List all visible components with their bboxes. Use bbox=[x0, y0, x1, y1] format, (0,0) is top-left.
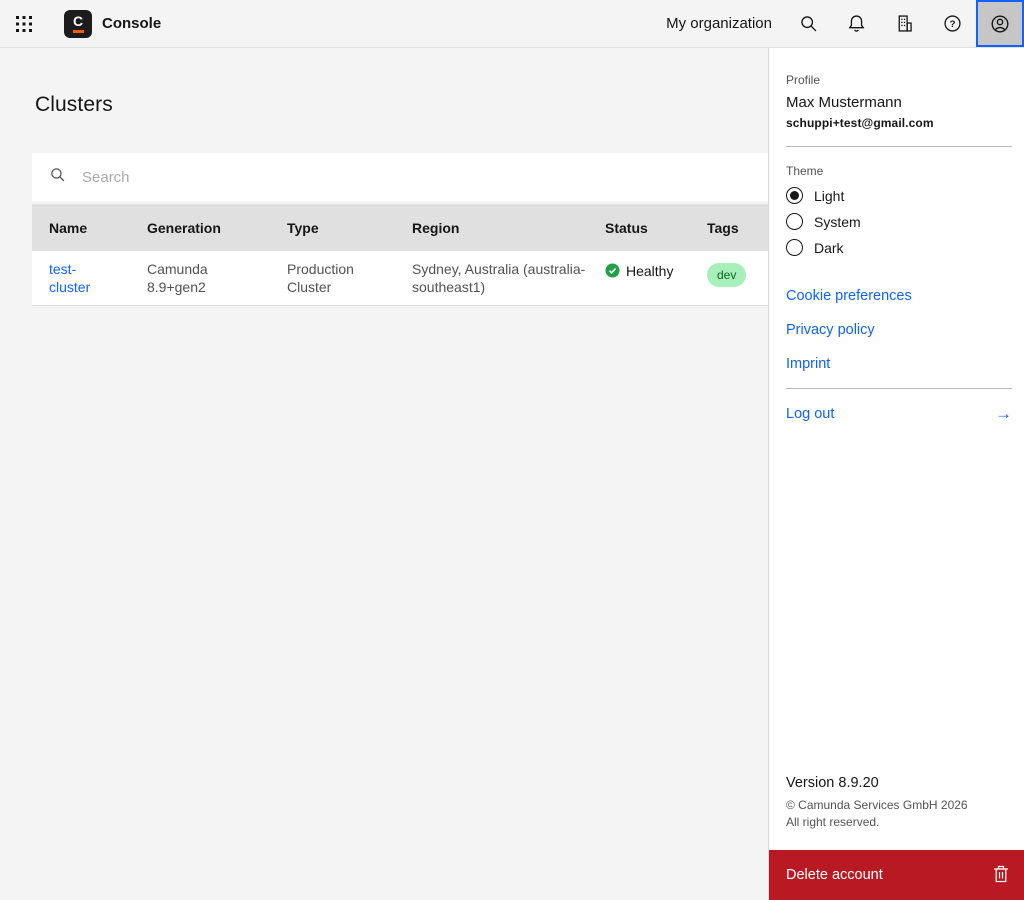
profile-section: Profile Max Mustermann schuppi+test@gmai… bbox=[769, 48, 1024, 130]
divider bbox=[786, 388, 1012, 389]
delete-account-button[interactable]: Delete account bbox=[769, 850, 1024, 900]
app-header: C Console My organization bbox=[0, 0, 1024, 48]
table-row: test-cluster Camunda 8.9+gen2 Production… bbox=[32, 251, 768, 306]
copyright-text: © Camunda Services GmbH 2026 bbox=[786, 797, 1012, 813]
cluster-name-link[interactable]: test-cluster bbox=[49, 260, 101, 296]
theme-option-system[interactable]: System bbox=[786, 213, 1012, 230]
logout-button[interactable]: Log out → bbox=[769, 401, 1024, 426]
healthy-check-icon bbox=[605, 262, 620, 282]
imprint-link[interactable]: Imprint bbox=[786, 356, 1012, 372]
profile-panel: Profile Max Mustermann schuppi+test@gmai… bbox=[768, 48, 1024, 900]
search-input[interactable] bbox=[82, 153, 682, 201]
help-button[interactable]: ? bbox=[928, 0, 976, 47]
page-title: Clusters bbox=[35, 93, 768, 117]
column-header-tags: Tags bbox=[707, 220, 768, 236]
version-info: Version 8.9.20 © Camunda Services GmbH 2… bbox=[769, 775, 1024, 850]
cluster-type-cell: Production Cluster bbox=[287, 251, 412, 305]
tag-badge[interactable]: dev bbox=[707, 263, 746, 287]
organization-button[interactable] bbox=[880, 0, 928, 47]
user-email: schuppi+test@gmail.com bbox=[786, 116, 1012, 130]
cookie-preferences-link[interactable]: Cookie preferences bbox=[786, 288, 1012, 304]
column-header-status: Status bbox=[605, 220, 707, 236]
svg-text:?: ? bbox=[949, 19, 955, 30]
building-icon bbox=[894, 13, 915, 34]
app-switcher-grid-icon bbox=[15, 15, 33, 33]
organization-name: My organization bbox=[666, 15, 772, 32]
user-name: Max Mustermann bbox=[786, 94, 1012, 111]
trash-icon bbox=[993, 865, 1009, 886]
cluster-region-cell: Sydney, Australia (australia-southeast1) bbox=[412, 251, 605, 305]
arrow-right-icon: → bbox=[995, 405, 1012, 422]
theme-label: Theme bbox=[786, 164, 1012, 178]
search-icon bbox=[32, 166, 66, 188]
header-right: My organization bbox=[666, 0, 1024, 47]
header-left: C Console bbox=[0, 0, 161, 47]
notifications-button[interactable] bbox=[832, 0, 880, 47]
table-header-row: Name Generation Type Region Status Tags bbox=[32, 204, 768, 251]
column-header-region: Region bbox=[412, 220, 605, 236]
search-icon bbox=[798, 13, 819, 34]
privacy-policy-link[interactable]: Privacy policy bbox=[786, 322, 1012, 338]
main-content: Clusters Name Generation Type Region Sta… bbox=[0, 48, 768, 900]
cluster-search-bar bbox=[32, 153, 768, 201]
column-header-type: Type bbox=[287, 220, 412, 236]
rights-text: All right reserved. bbox=[786, 814, 1012, 830]
cluster-tags-cell: dev bbox=[707, 251, 768, 305]
theme-option-light[interactable]: Light bbox=[786, 187, 1012, 204]
profile-menu-button[interactable] bbox=[976, 0, 1024, 47]
app-switcher-button[interactable] bbox=[0, 0, 48, 47]
cluster-status-cell: Healthy bbox=[605, 251, 707, 305]
column-header-name: Name bbox=[49, 220, 147, 236]
theme-option-dark[interactable]: Dark bbox=[786, 239, 1012, 256]
radio-button-icon bbox=[786, 187, 803, 204]
cluster-generation-cell: Camunda 8.9+gen2 bbox=[147, 251, 287, 305]
clusters-table: Name Generation Type Region Status Tags … bbox=[32, 204, 768, 306]
status-text: Healthy bbox=[626, 262, 673, 280]
radio-button-icon bbox=[786, 213, 803, 230]
cluster-name-cell: test-cluster bbox=[49, 251, 147, 305]
user-avatar-icon bbox=[989, 13, 1011, 35]
panel-links: Cookie preferences Privacy policy Imprin… bbox=[769, 270, 1024, 372]
help-icon: ? bbox=[942, 13, 963, 34]
theme-section: Theme Light System Dark bbox=[769, 147, 1024, 256]
radio-button-icon bbox=[786, 239, 803, 256]
version-text: Version 8.9.20 bbox=[786, 775, 1012, 791]
camunda-logo: C bbox=[64, 10, 92, 38]
profile-label: Profile bbox=[786, 73, 1012, 87]
bell-icon bbox=[846, 13, 867, 34]
product-name: Console bbox=[102, 15, 161, 32]
header-search-button[interactable] bbox=[784, 0, 832, 47]
column-header-generation: Generation bbox=[147, 220, 287, 236]
